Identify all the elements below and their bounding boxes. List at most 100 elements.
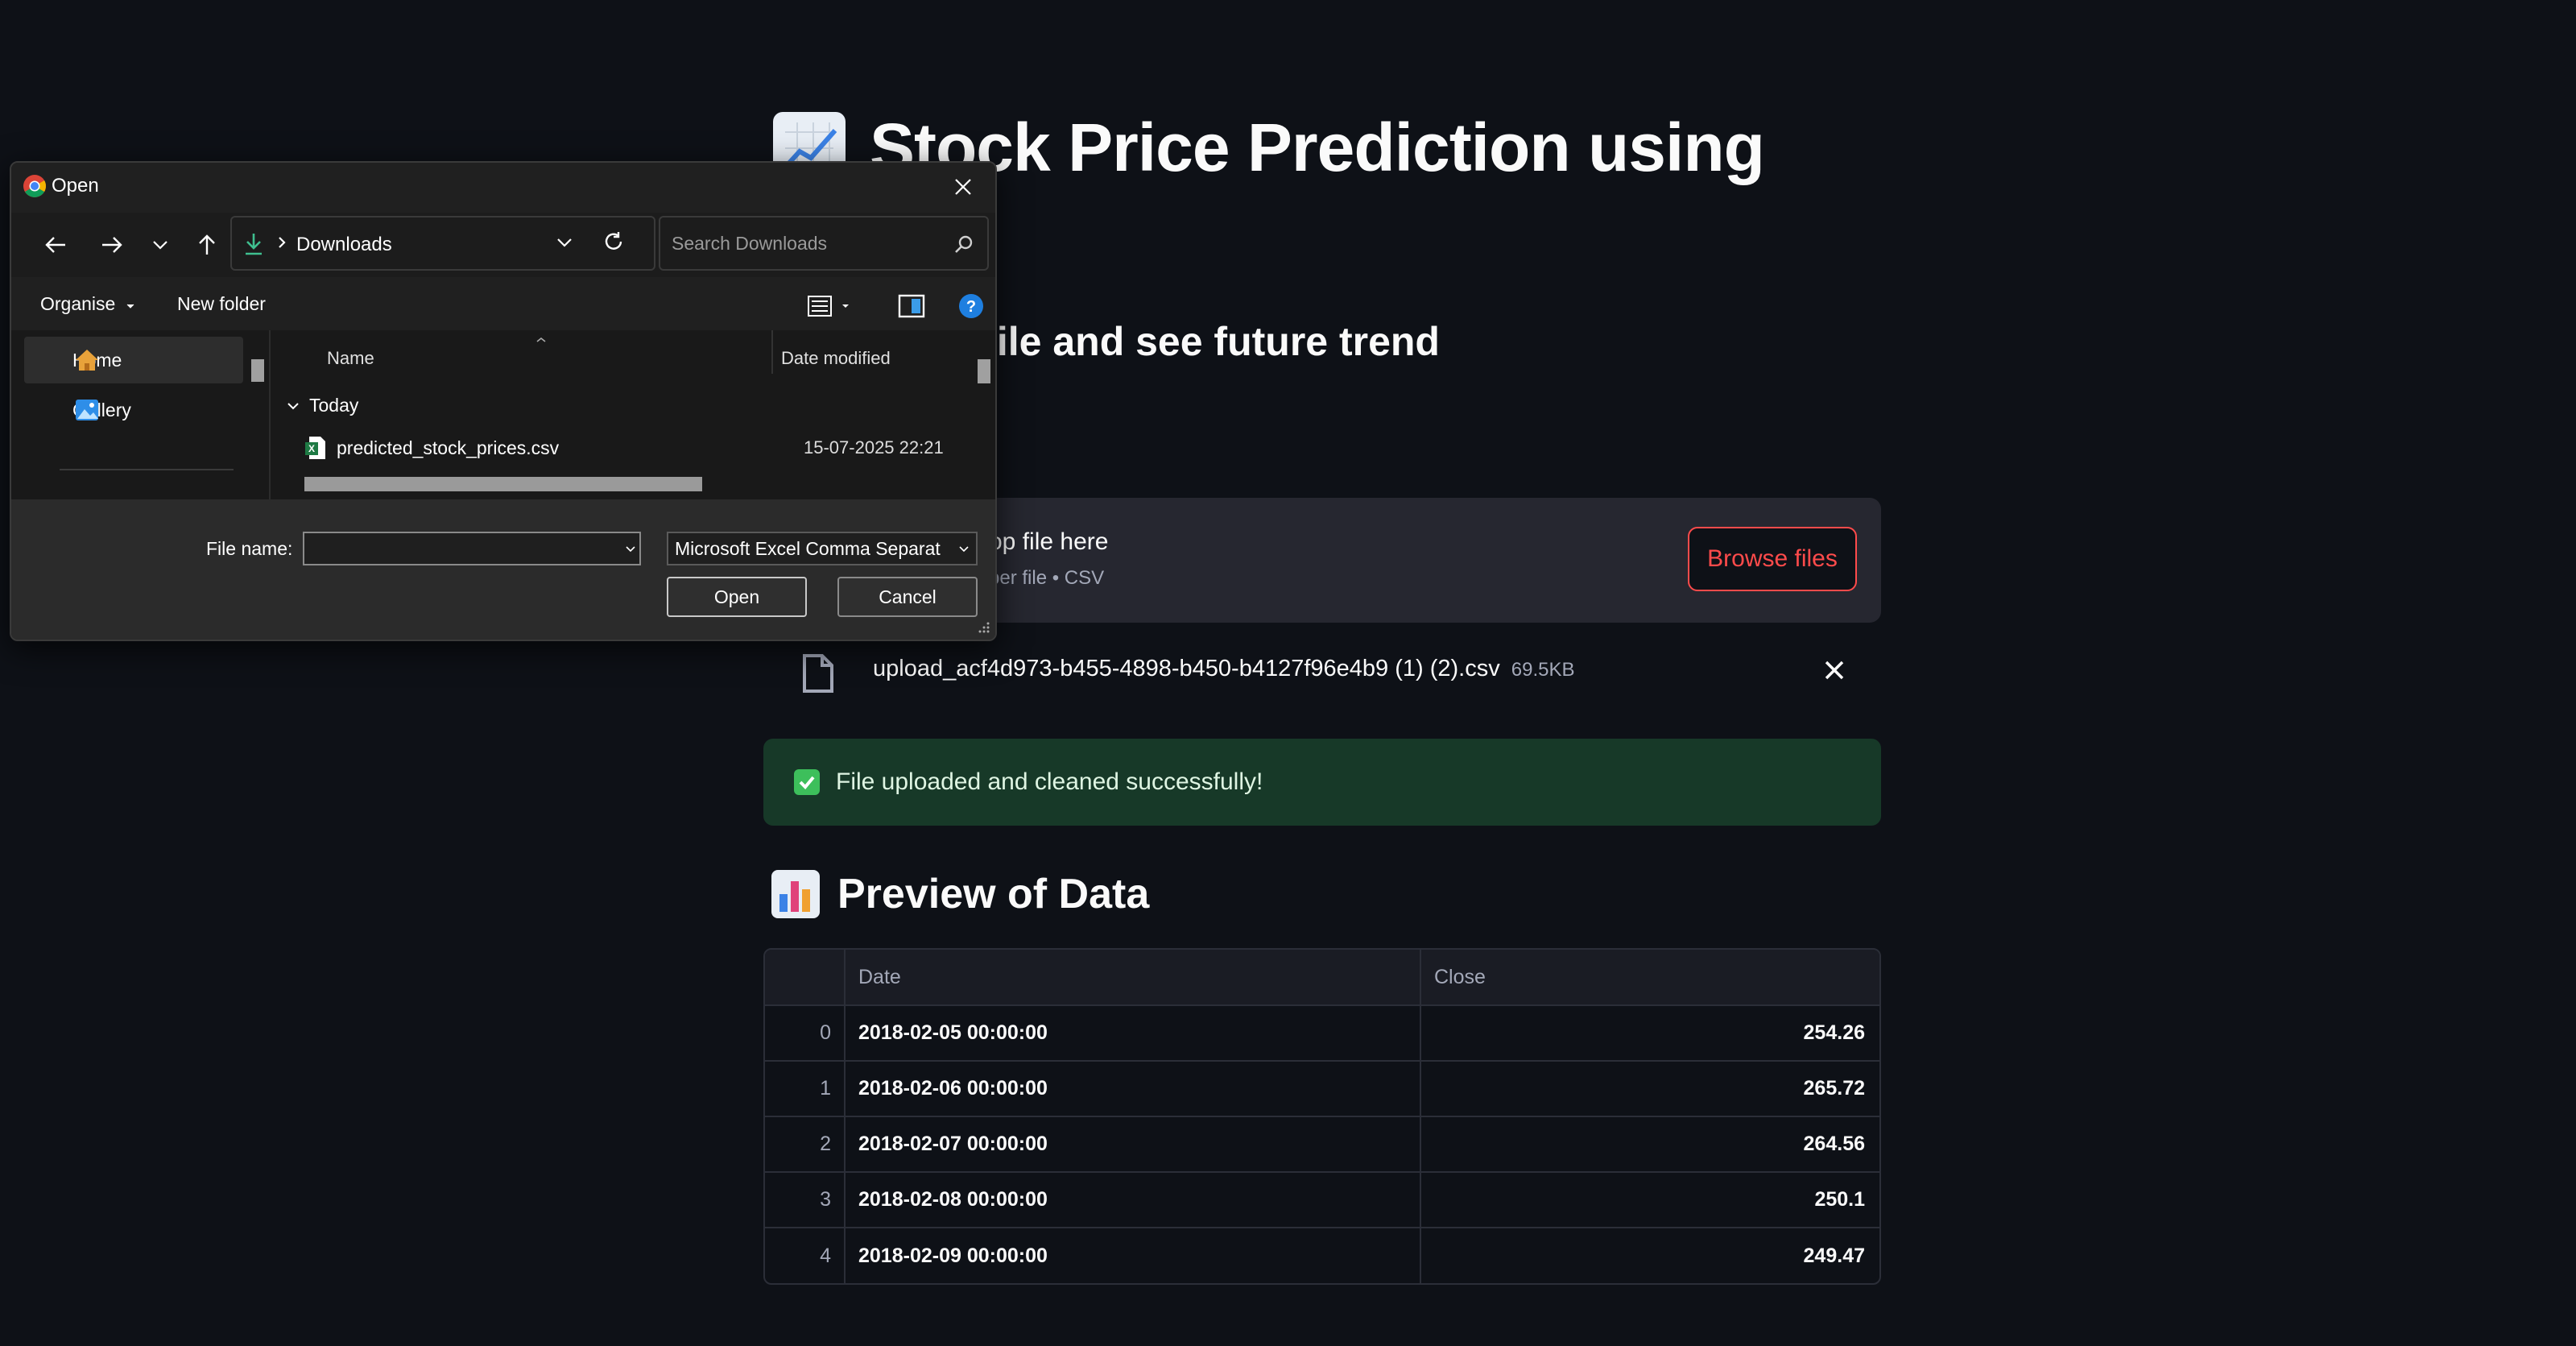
refresh-button[interactable] xyxy=(602,230,625,257)
open-file-dialog: Open Downloads Search Downloads Organise… xyxy=(10,161,997,641)
file-icon xyxy=(800,652,837,698)
nav-item-home[interactable]: Home xyxy=(24,337,243,383)
column-header-date-modified[interactable]: Date modified xyxy=(781,348,891,369)
dropzone-limit-text: per file • CSV xyxy=(989,567,1105,589)
column-header-index[interactable] xyxy=(765,950,846,1004)
navigation-scrollbar[interactable] xyxy=(251,359,264,382)
excel-csv-icon: X xyxy=(304,435,327,465)
back-button[interactable] xyxy=(35,227,76,263)
check-mark-icon xyxy=(794,769,820,795)
chrome-icon xyxy=(23,174,47,198)
caret-down-icon xyxy=(126,304,134,309)
close-cell: 249.47 xyxy=(1803,1245,1865,1267)
bar-chart-icon xyxy=(771,870,820,918)
uploaded-file-size: 69.5KB xyxy=(1511,659,1575,681)
close-cell: 250.1 xyxy=(1814,1188,1865,1211)
uploaded-file-row: upload_acf4d973-b455-4898-b450-b4127f96e… xyxy=(763,644,1881,701)
table-row[interactable]: 2 2018-02-07 00:00:00 264.56 xyxy=(765,1117,1879,1173)
dialog-content-pane: Home Gallery Name Date mo xyxy=(11,330,995,499)
dialog-titlebar[interactable]: Open xyxy=(11,163,995,211)
vertical-scrollbar[interactable] xyxy=(978,359,990,383)
table-row[interactable]: 0 2018-02-05 00:00:00 254.26 xyxy=(765,1006,1879,1062)
table-row[interactable]: 3 2018-02-08 00:00:00 250.1 xyxy=(765,1173,1879,1228)
row-index: 2 xyxy=(820,1133,831,1155)
cancel-button[interactable]: Cancel xyxy=(837,577,978,617)
navigation-divider xyxy=(60,469,234,470)
row-index: 4 xyxy=(820,1245,831,1267)
close-icon xyxy=(955,179,971,195)
success-alert: File uploaded and cleaned successfully! xyxy=(763,739,1881,826)
close-cell: 265.72 xyxy=(1803,1077,1865,1100)
download-icon xyxy=(243,232,264,260)
date-cell: 2018-02-07 00:00:00 xyxy=(858,1133,1048,1155)
browse-files-button[interactable]: Browse files xyxy=(1688,527,1857,591)
preview-title-row: Preview of Data xyxy=(771,870,1149,918)
organise-label: Organise xyxy=(40,293,116,314)
preview-data-table[interactable]: Date Close 0 2018-02-05 00:00:00 254.26 … xyxy=(763,948,1881,1285)
row-index: 3 xyxy=(820,1188,831,1211)
uploaded-file-name: upload_acf4d973-b455-4898-b450-b4127f96e… xyxy=(873,656,1574,682)
uploaded-file-name-text: upload_acf4d973-b455-4898-b450-b4127f96e… xyxy=(873,656,1500,681)
file-type-value: Microsoft Excel Comma Separat xyxy=(675,537,941,559)
sort-ascending-icon xyxy=(535,333,548,348)
date-cell: 2018-02-05 00:00:00 xyxy=(858,1021,1048,1044)
column-header-name[interactable]: Name xyxy=(327,348,374,369)
search-input[interactable] xyxy=(659,216,989,271)
column-header-date[interactable]: Date xyxy=(846,950,1421,1004)
preview-pane-button[interactable] xyxy=(897,292,926,325)
address-dropdown-button[interactable] xyxy=(554,232,575,257)
refresh-icon xyxy=(605,232,622,250)
dialog-toolbar: Organise New folder ? xyxy=(11,282,995,330)
arrow-right-icon xyxy=(102,237,122,253)
date-cell: 2018-02-06 00:00:00 xyxy=(858,1077,1048,1100)
file-item-name: predicted_stock_prices.csv xyxy=(337,437,560,458)
close-cell: 254.26 xyxy=(1803,1021,1865,1044)
new-folder-button[interactable]: New folder xyxy=(177,293,266,315)
chevron-right-icon xyxy=(277,234,287,255)
remove-file-button[interactable] xyxy=(1820,656,1849,685)
row-index: 0 xyxy=(820,1021,831,1044)
recent-locations-button[interactable] xyxy=(140,227,180,263)
resize-grip-icon[interactable] xyxy=(978,621,990,638)
home-icon xyxy=(74,348,100,377)
list-view-icon xyxy=(808,296,849,317)
table-row[interactable]: 1 2018-02-06 00:00:00 265.72 xyxy=(765,1062,1879,1117)
file-type-dropdown-icon xyxy=(958,543,970,557)
svg-text:?: ? xyxy=(966,298,976,316)
dialog-footer: File name: Microsoft Excel Comma Separat… xyxy=(11,499,995,640)
organise-menu[interactable]: Organise xyxy=(40,293,135,315)
column-divider[interactable] xyxy=(771,330,773,374)
column-header-close[interactable]: Close xyxy=(1421,950,1879,1004)
group-header-today[interactable]: Today xyxy=(287,395,358,416)
view-options-button[interactable] xyxy=(805,292,862,325)
forward-button[interactable] xyxy=(92,227,132,263)
file-item-predicted-stock-prices[interactable]: X predicted_stock_prices.csv 15-07-2025 … xyxy=(296,430,965,466)
file-type-select[interactable]: Microsoft Excel Comma Separat xyxy=(667,532,978,565)
dialog-close-button[interactable] xyxy=(939,168,987,206)
svg-text:X: X xyxy=(308,443,315,454)
date-cell: 2018-02-09 00:00:00 xyxy=(858,1245,1048,1267)
table-row[interactable]: 4 2018-02-09 00:00:00 249.47 xyxy=(765,1228,1879,1283)
open-button[interactable]: Open xyxy=(667,577,807,617)
dialog-title: Open xyxy=(52,175,99,197)
help-icon: ? xyxy=(959,294,983,318)
success-message: File uploaded and cleaned successfully! xyxy=(836,768,1263,795)
preview-pane-icon xyxy=(898,294,925,318)
preview-title: Preview of Data xyxy=(837,871,1150,917)
address-location: Downloads xyxy=(296,234,392,255)
help-button[interactable]: ? xyxy=(957,292,986,325)
nav-item-gallery[interactable]: Gallery xyxy=(24,387,243,433)
arrow-left-icon xyxy=(45,237,65,253)
file-item-date: 15-07-2025 22:21 xyxy=(804,437,944,458)
group-label: Today xyxy=(309,395,359,416)
file-name-dropdown-button[interactable] xyxy=(625,543,636,557)
address-bar[interactable]: Downloads xyxy=(230,216,655,271)
close-cell: 264.56 xyxy=(1803,1133,1865,1155)
horizontal-scrollbar[interactable] xyxy=(304,477,702,491)
chevron-down-icon xyxy=(287,402,299,409)
row-index: 1 xyxy=(820,1077,831,1100)
file-name-input[interactable] xyxy=(303,532,641,565)
dialog-navigation-bar: Downloads xyxy=(11,213,995,277)
up-button[interactable] xyxy=(187,227,227,263)
search-icon[interactable] xyxy=(953,234,974,259)
